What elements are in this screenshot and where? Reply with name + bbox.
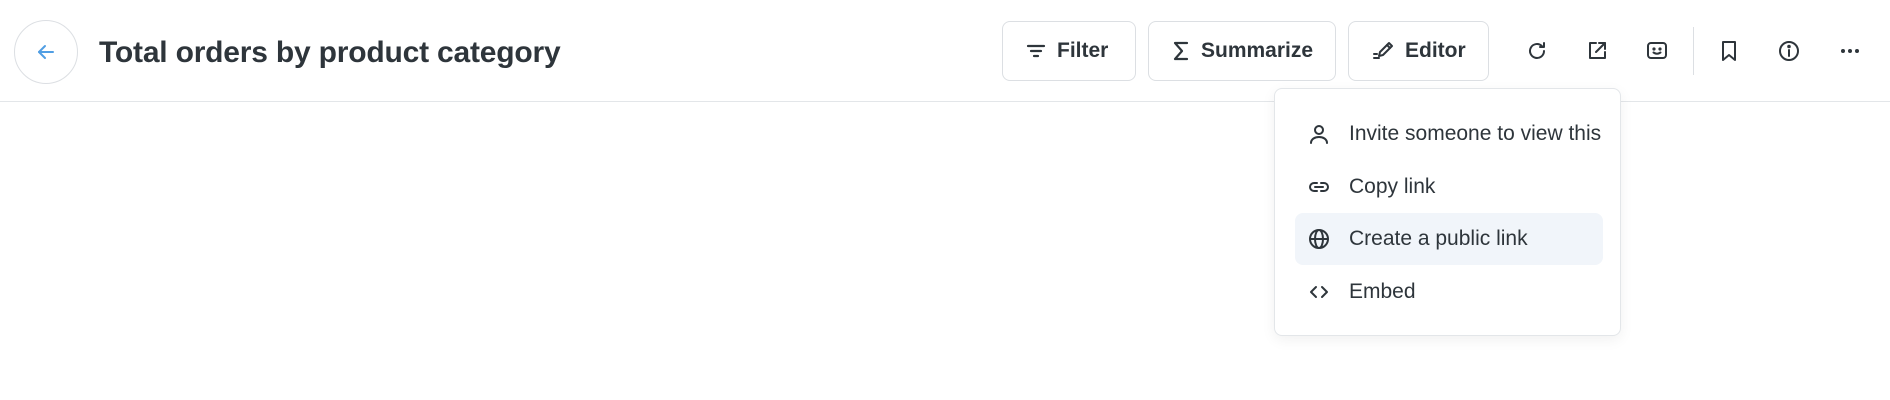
pencil-notebook-icon <box>1371 40 1395 62</box>
ellipsis-icon <box>1838 39 1862 63</box>
summarize-label: Summarize <box>1201 39 1314 62</box>
arrow-left-icon <box>34 40 58 64</box>
code-icon <box>1307 280 1331 304</box>
info-button[interactable] <box>1765 27 1813 75</box>
refresh-icon <box>1525 39 1549 63</box>
menu-item-label: Create a public link <box>1349 227 1528 250</box>
menu-item-embed[interactable]: Embed <box>1295 266 1603 318</box>
editor-label: Editor <box>1405 39 1466 62</box>
globe-icon <box>1307 227 1331 251</box>
menu-item-public-link[interactable]: Create a public link <box>1295 213 1603 265</box>
more-options-button[interactable] <box>1826 27 1874 75</box>
refresh-button[interactable] <box>1513 27 1561 75</box>
smiley-monitor-icon <box>1645 39 1669 63</box>
menu-item-invite[interactable]: Invite someone to view this <box>1295 108 1603 160</box>
toolbar-divider <box>1693 27 1694 75</box>
sigma-icon <box>1171 40 1191 62</box>
filter-label: Filter <box>1057 39 1109 62</box>
share-icon <box>1585 39 1609 63</box>
editor-button[interactable]: Editor <box>1348 21 1489 81</box>
menu-item-copy-link[interactable]: Copy link <box>1295 161 1603 213</box>
back-button[interactable] <box>14 20 78 84</box>
bookmark-button[interactable] <box>1705 27 1753 75</box>
summarize-button[interactable]: Summarize <box>1148 21 1336 81</box>
menu-item-label: Invite someone to view this <box>1349 122 1602 145</box>
menu-item-label: Copy link <box>1349 175 1436 198</box>
info-icon <box>1777 39 1801 63</box>
alert-button[interactable] <box>1633 27 1681 75</box>
filter-icon <box>1025 40 1047 62</box>
bookmark-icon <box>1718 39 1740 63</box>
page-title: Total orders by product category <box>99 36 561 69</box>
share-button[interactable] <box>1573 27 1621 75</box>
menu-item-label: Embed <box>1349 280 1416 303</box>
link-icon <box>1307 175 1331 199</box>
query-header: Total orders by product category Filter … <box>0 0 1890 102</box>
share-menu: Invite someone to view this Copy link Cr… <box>1274 88 1621 336</box>
person-icon <box>1307 122 1331 146</box>
filter-button[interactable]: Filter <box>1002 21 1136 81</box>
